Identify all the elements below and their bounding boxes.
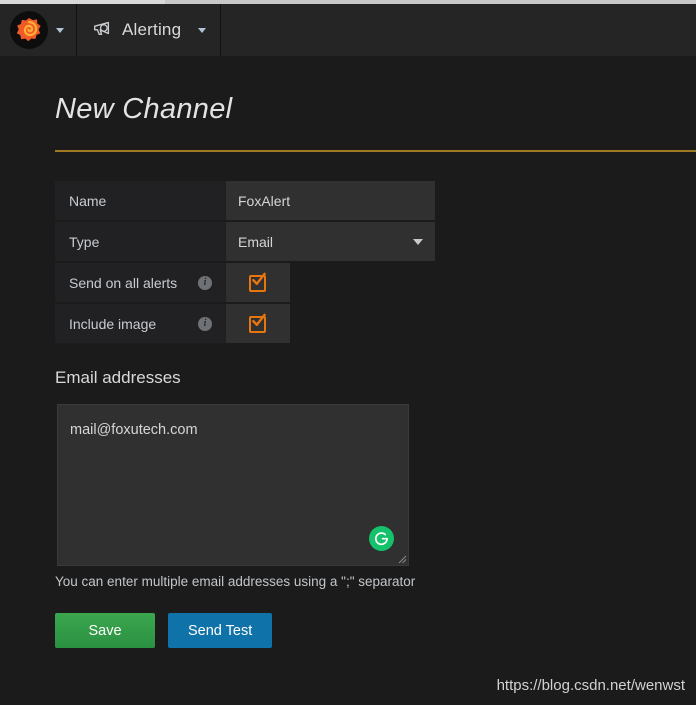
type-select[interactable]: Email	[226, 222, 435, 261]
email-help-text: You can enter multiple email addresses u…	[55, 574, 416, 589]
save-button[interactable]: Save	[55, 613, 155, 648]
form-actions: Save Send Test	[55, 613, 273, 648]
chevron-down-icon	[56, 27, 64, 33]
checkbox-checked-icon	[248, 272, 268, 292]
send-test-button[interactable]: Send Test	[168, 613, 273, 648]
label-include-image-text: Include image	[69, 315, 157, 332]
label-send-on-all-alerts: Send on all alerts i	[55, 263, 226, 302]
label-include-image: Include image i	[55, 304, 226, 343]
chevron-down-icon	[198, 27, 207, 33]
resize-handle-icon[interactable]	[396, 553, 407, 564]
grafana-home-button[interactable]	[0, 4, 77, 56]
email-addresses-heading: Email addresses	[55, 368, 181, 387]
navbar-spacer	[221, 4, 696, 56]
watermark-url: https://blog.csdn.net/wenwst	[496, 677, 685, 694]
label-name: Name	[55, 181, 226, 220]
name-input[interactable]: FoxAlert	[226, 181, 435, 220]
label-type: Type	[55, 222, 226, 261]
grammarly-g-icon[interactable]	[369, 526, 394, 551]
page-title: New Channel	[55, 93, 233, 125]
channel-settings-form: Name FoxAlert Type Email Send on all ale…	[55, 181, 435, 345]
include-image-checkbox[interactable]	[226, 304, 290, 343]
send-on-all-alerts-checkbox[interactable]	[226, 263, 290, 302]
nav-item-alerting-label: Alerting	[122, 20, 182, 39]
top-navbar: Alerting	[0, 4, 696, 56]
info-icon[interactable]: i	[198, 316, 212, 331]
form-row-name: Name FoxAlert	[55, 181, 435, 220]
info-icon[interactable]: i	[198, 275, 212, 290]
form-row-type: Type Email	[55, 222, 435, 261]
grafana-logo-icon	[10, 11, 48, 49]
label-send-on-all-alerts-text: Send on all alerts	[69, 274, 178, 291]
email-addresses-value: mail@foxutech.com	[70, 422, 198, 438]
checkbox-checked-icon	[248, 313, 268, 333]
form-row-include-image: Include image i	[55, 304, 435, 343]
label-name-text: Name	[69, 192, 107, 209]
label-type-text: Type	[69, 233, 100, 250]
nav-item-alerting[interactable]: Alerting	[77, 4, 222, 56]
title-divider	[55, 150, 696, 152]
email-addresses-textarea[interactable]: mail@foxutech.com	[57, 404, 409, 566]
form-row-send-on-all-alerts: Send on all alerts i	[55, 263, 435, 302]
name-input-value: FoxAlert	[238, 192, 291, 209]
chevron-down-icon	[413, 238, 423, 245]
page-body: New Channel Name FoxAlert Type Email Sen…	[0, 56, 696, 705]
megaphone-icon	[91, 18, 113, 43]
type-select-value: Email	[238, 233, 274, 250]
